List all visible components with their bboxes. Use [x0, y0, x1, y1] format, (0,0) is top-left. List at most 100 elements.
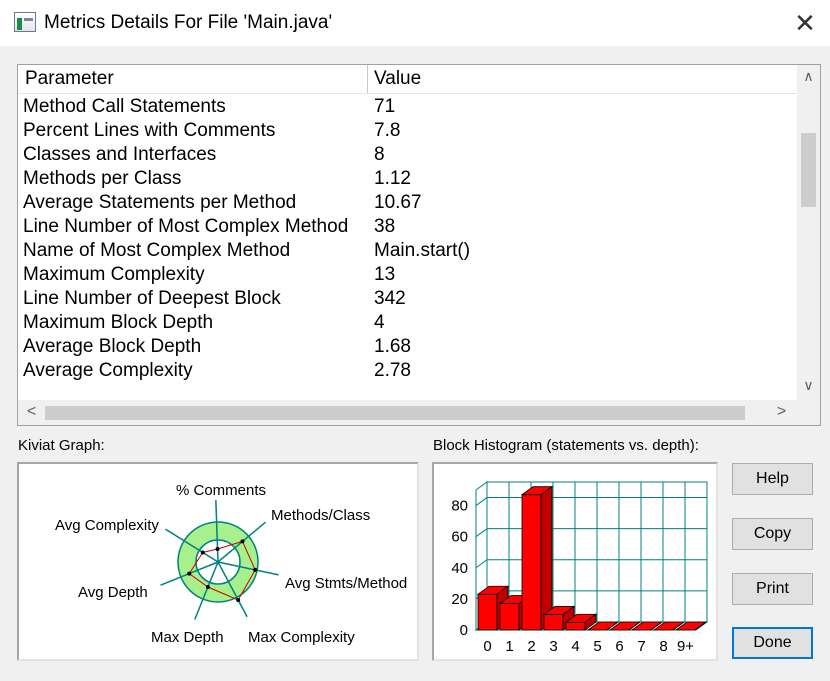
histogram-bar	[477, 593, 498, 631]
scroll-up-icon[interactable]: ∧	[797, 68, 820, 85]
kiviat-point	[200, 550, 205, 555]
value-cell: 7.8	[374, 120, 401, 141]
y-tick-label: 40	[451, 560, 468, 577]
table-row[interactable]: Method Call Statements 71	[18, 95, 797, 119]
vertical-scroll-thumb[interactable]	[801, 133, 816, 207]
title-bar: Metrics Details For File 'Main.java' ✕	[0, 0, 830, 46]
table-row[interactable]: Average Statements per Method 10.67	[18, 191, 797, 215]
value-cell: 1.12	[374, 168, 411, 189]
x-tick-label: 5	[593, 638, 601, 655]
y-tick-label: 60	[451, 529, 468, 546]
x-tick-label: 8	[659, 638, 667, 655]
scroll-right-icon[interactable]: >	[770, 403, 793, 421]
horizontal-scrollbar[interactable]: < >	[18, 400, 797, 425]
close-icon[interactable]: ✕	[790, 8, 820, 38]
horizontal-scroll-thumb[interactable]	[45, 406, 745, 420]
table-row[interactable]: Name of Most Complex Method Main.start()	[18, 239, 797, 263]
kiviat-point	[253, 567, 258, 572]
value-cell: 2.78	[374, 360, 411, 381]
value-cell: 10.67	[374, 192, 422, 213]
kiviat-axis-label: Avg Depth	[78, 584, 148, 601]
kiviat-axis-label: Max Depth	[151, 629, 224, 646]
scroll-left-icon[interactable]: <	[20, 403, 43, 421]
column-separator[interactable]	[367, 65, 368, 93]
kiviat-axis-label: % Comments	[176, 482, 266, 499]
histogram-bar	[499, 603, 520, 631]
x-tick-label: 2	[527, 638, 535, 655]
list-header: Parameter Value	[18, 65, 797, 94]
kiviat-axis-label: Avg Complexity	[55, 517, 159, 534]
done-button[interactable]: Done	[732, 627, 813, 659]
x-tick-label: 4	[571, 638, 579, 655]
parameter-cell: Name of Most Complex Method	[23, 240, 291, 261]
kiviat-point	[205, 585, 210, 590]
list-rows: Method Call Statements 71 Percent Lines wi…	[18, 95, 797, 383]
x-tick-label: 6	[615, 638, 623, 655]
column-header-value[interactable]: Value	[374, 68, 421, 90]
window-title: Metrics Details For File 'Main.java'	[44, 12, 333, 33]
value-cell: 1.68	[374, 336, 411, 357]
y-tick-label: 20	[451, 591, 468, 608]
table-row[interactable]: Average Block Depth 1.68	[18, 335, 797, 359]
histogram-label: Block Histogram (statements vs. depth):	[433, 437, 699, 454]
block-histogram: 0204060800 1 2 3 4 5 6 7 8 9+	[451, 481, 709, 655]
x-tick-label: 3	[549, 638, 557, 655]
parameter-cell: Method Call Statements	[23, 96, 226, 117]
kiviat-graph: % Comments Methods/Class Avg Stmts/Metho…	[55, 482, 407, 646]
value-cell: 13	[374, 264, 396, 285]
value-cell: 4	[374, 312, 385, 333]
kiviat-panel: % Comments Methods/Class Avg Stmts/Metho…	[17, 462, 419, 661]
kiviat-point	[187, 571, 192, 576]
parameter-cell: Average Statements per Method	[23, 192, 297, 213]
histogram-bar	[543, 614, 564, 631]
value-cell: 342	[374, 288, 406, 309]
parameter-cell: Average Block Depth	[23, 336, 202, 357]
value-cell: 8	[374, 144, 385, 165]
table-row[interactable]: Classes and Interfaces 8	[18, 143, 797, 167]
histogram-bar	[521, 494, 542, 631]
parameter-cell: Methods per Class	[23, 168, 182, 189]
table-row[interactable]: Maximum Complexity 13	[18, 263, 797, 287]
histogram-panel: 0 20 40 60 80 0 1 2 3 4 5 6 7 8 9+	[432, 462, 718, 661]
histogram-bar-side	[540, 485, 553, 631]
kiviat-axis-label: Methods/Class	[271, 507, 370, 524]
histogram-bar	[565, 621, 586, 631]
table-row[interactable]: Line Number of Deepest Block 342	[18, 287, 797, 311]
copy-button[interactable]: Copy	[732, 518, 813, 550]
app-icon	[14, 12, 36, 32]
kiviat-point	[215, 547, 220, 552]
y-tick-label: 0	[460, 622, 468, 639]
value-cell: 38	[374, 216, 396, 237]
kiviat-axis-label: Max Complexity	[248, 629, 355, 646]
print-button[interactable]: Print	[732, 573, 813, 605]
parameter-cell: Classes and Interfaces	[23, 144, 217, 165]
parameter-cell: Maximum Block Depth	[23, 312, 214, 333]
parameter-cell: Line Number of Most Complex Method	[23, 216, 349, 237]
parameter-cell: Maximum Complexity	[23, 264, 205, 285]
parameter-cell: Line Number of Deepest Block	[23, 288, 281, 309]
kiviat-point	[240, 539, 245, 544]
kiviat-label: Kiviat Graph:	[18, 437, 105, 454]
kiviat-axis-label: Avg Stmts/Method	[285, 575, 407, 592]
table-row[interactable]: Percent Lines with Comments 7.8	[18, 119, 797, 143]
x-tick-label: 9+	[677, 638, 694, 655]
x-tick-label: 0	[483, 638, 491, 655]
y-tick-label: 80	[451, 498, 468, 515]
scrollbar-corner	[797, 400, 820, 425]
metrics-list[interactable]: Parameter Value Method Call Statements 71…	[17, 64, 821, 426]
scroll-down-icon[interactable]: ∨	[797, 377, 820, 394]
column-header-parameter[interactable]: Parameter	[25, 68, 114, 90]
table-row[interactable]: Maximum Block Depth 4	[18, 311, 797, 335]
table-row[interactable]: Average Complexity 2.78	[18, 359, 797, 383]
table-row[interactable]: Methods per Class 1.12	[18, 167, 797, 191]
value-cell: Main.start()	[374, 240, 471, 261]
value-cell: 71	[374, 96, 396, 117]
table-row[interactable]: Line Number of Most Complex Method 38	[18, 215, 797, 239]
vertical-scrollbar[interactable]: ∧ ∨	[797, 65, 820, 400]
help-button[interactable]: Help	[732, 463, 813, 495]
parameter-cell: Percent Lines with Comments	[23, 120, 276, 141]
kiviat-point	[236, 597, 241, 602]
x-tick-label: 1	[505, 638, 513, 655]
parameter-cell: Average Complexity	[23, 360, 193, 381]
x-tick-label: 7	[637, 638, 645, 655]
